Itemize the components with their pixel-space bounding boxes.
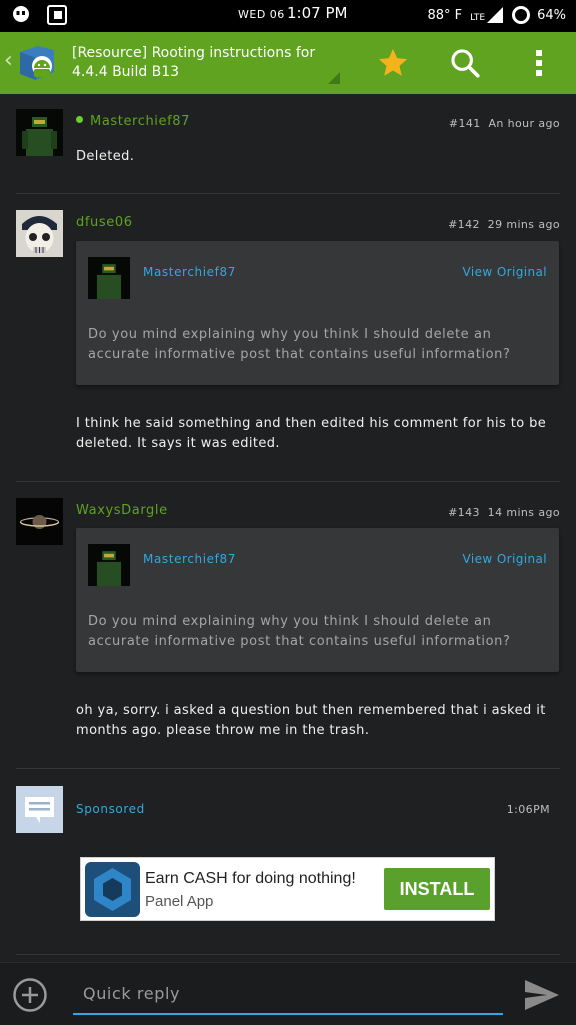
status-time: 1:07 PM xyxy=(287,4,348,22)
overflow-menu-button[interactable] xyxy=(520,44,558,82)
view-original-link[interactable]: View Original xyxy=(463,552,547,566)
temperature-label: 88° F xyxy=(427,7,463,23)
quote-username[interactable]: Masterchief87 xyxy=(143,552,236,566)
post-meta: #143 14 mins ago xyxy=(448,506,560,519)
back-chevron-icon[interactable]: ‹ xyxy=(4,48,13,73)
search-button[interactable] xyxy=(446,44,484,82)
post-meta: #142 29 mins ago xyxy=(448,218,560,231)
post-body: oh ya, sorry. i asked a question but the… xyxy=(76,703,546,738)
overflow-menu-icon xyxy=(536,50,542,76)
post-divider xyxy=(16,954,560,955)
post-time: An hour ago xyxy=(488,117,560,130)
sponsored-time: 1:06PM xyxy=(506,803,550,816)
lte-signal-icon: LTE xyxy=(470,7,504,23)
quote-avatar[interactable] xyxy=(88,544,130,586)
post-number: #142 xyxy=(448,218,480,231)
post-username[interactable]: Masterchief87 xyxy=(90,114,190,129)
post-divider xyxy=(16,193,560,194)
post-body: Deleted. xyxy=(76,149,135,164)
send-button[interactable] xyxy=(522,977,562,1013)
avatar[interactable] xyxy=(16,109,63,156)
status-bar: WED 06 1:07 PM 88° F LTE 64% xyxy=(0,0,576,32)
post-meta: #141 An hour ago xyxy=(449,117,560,130)
post-number: #143 xyxy=(448,506,480,519)
post-number: #141 xyxy=(448,117,481,130)
sponsored-label: Sponsored xyxy=(76,802,145,816)
ad-headline[interactable]: Earn CASH for doing nothing! xyxy=(145,870,356,888)
star-icon xyxy=(378,48,408,76)
hangouts-notification-icon xyxy=(10,4,32,26)
post-username[interactable]: dfuse06 xyxy=(76,215,133,230)
app-bar: ‹ [Resource] Rooting instructions for 4.… xyxy=(0,32,576,94)
online-indicator xyxy=(76,116,83,123)
post-time: 14 mins ago xyxy=(487,506,560,519)
avatar[interactable] xyxy=(16,210,63,257)
quick-reply-bar xyxy=(0,962,576,1025)
view-original-link[interactable]: View Original xyxy=(463,265,547,279)
quote-avatar[interactable] xyxy=(88,257,130,299)
quote-box: Masterchief87 View Original Do you mind … xyxy=(76,241,559,385)
post-time: 29 mins ago xyxy=(487,218,560,231)
quote-box: Masterchief87 View Original Do you mind … xyxy=(76,528,559,672)
post-username[interactable]: WaxysDargle xyxy=(76,503,168,518)
ad-app-name[interactable]: Panel App xyxy=(145,893,213,910)
post-divider xyxy=(16,768,560,769)
battery-label: 64% xyxy=(537,7,566,23)
post-divider xyxy=(16,481,560,482)
sponsored-avatar xyxy=(16,786,63,833)
avatar[interactable] xyxy=(16,498,63,545)
star-button[interactable] xyxy=(374,44,412,82)
battery-ring-icon xyxy=(512,6,531,24)
title-dropdown-corner-icon[interactable] xyxy=(328,72,340,84)
quote-username[interactable]: Masterchief87 xyxy=(143,265,236,279)
add-attachment-button[interactable] xyxy=(12,977,48,1013)
network-label: LTE xyxy=(470,13,486,23)
search-icon xyxy=(451,49,480,78)
status-date: WED 06 xyxy=(238,8,285,21)
quote-text: Do you mind explaining why you think I s… xyxy=(88,327,511,362)
app-logo-icon[interactable] xyxy=(16,42,58,84)
ad-banner[interactable]: Earn CASH for doing nothing! Panel App I… xyxy=(80,857,495,921)
install-button[interactable]: INSTALL xyxy=(384,868,490,910)
quote-text: Do you mind explaining why you think I s… xyxy=(88,614,511,649)
post-body: I think he said something and then edite… xyxy=(76,416,547,451)
add-circle-icon xyxy=(13,978,47,1012)
thread-title: [Resource] Rooting instructions for 4.4.… xyxy=(72,45,316,80)
quick-reply-input[interactable] xyxy=(73,973,503,1015)
send-icon xyxy=(525,980,559,1010)
photo-notification-icon xyxy=(46,4,68,26)
ad-app-icon[interactable] xyxy=(85,862,140,917)
